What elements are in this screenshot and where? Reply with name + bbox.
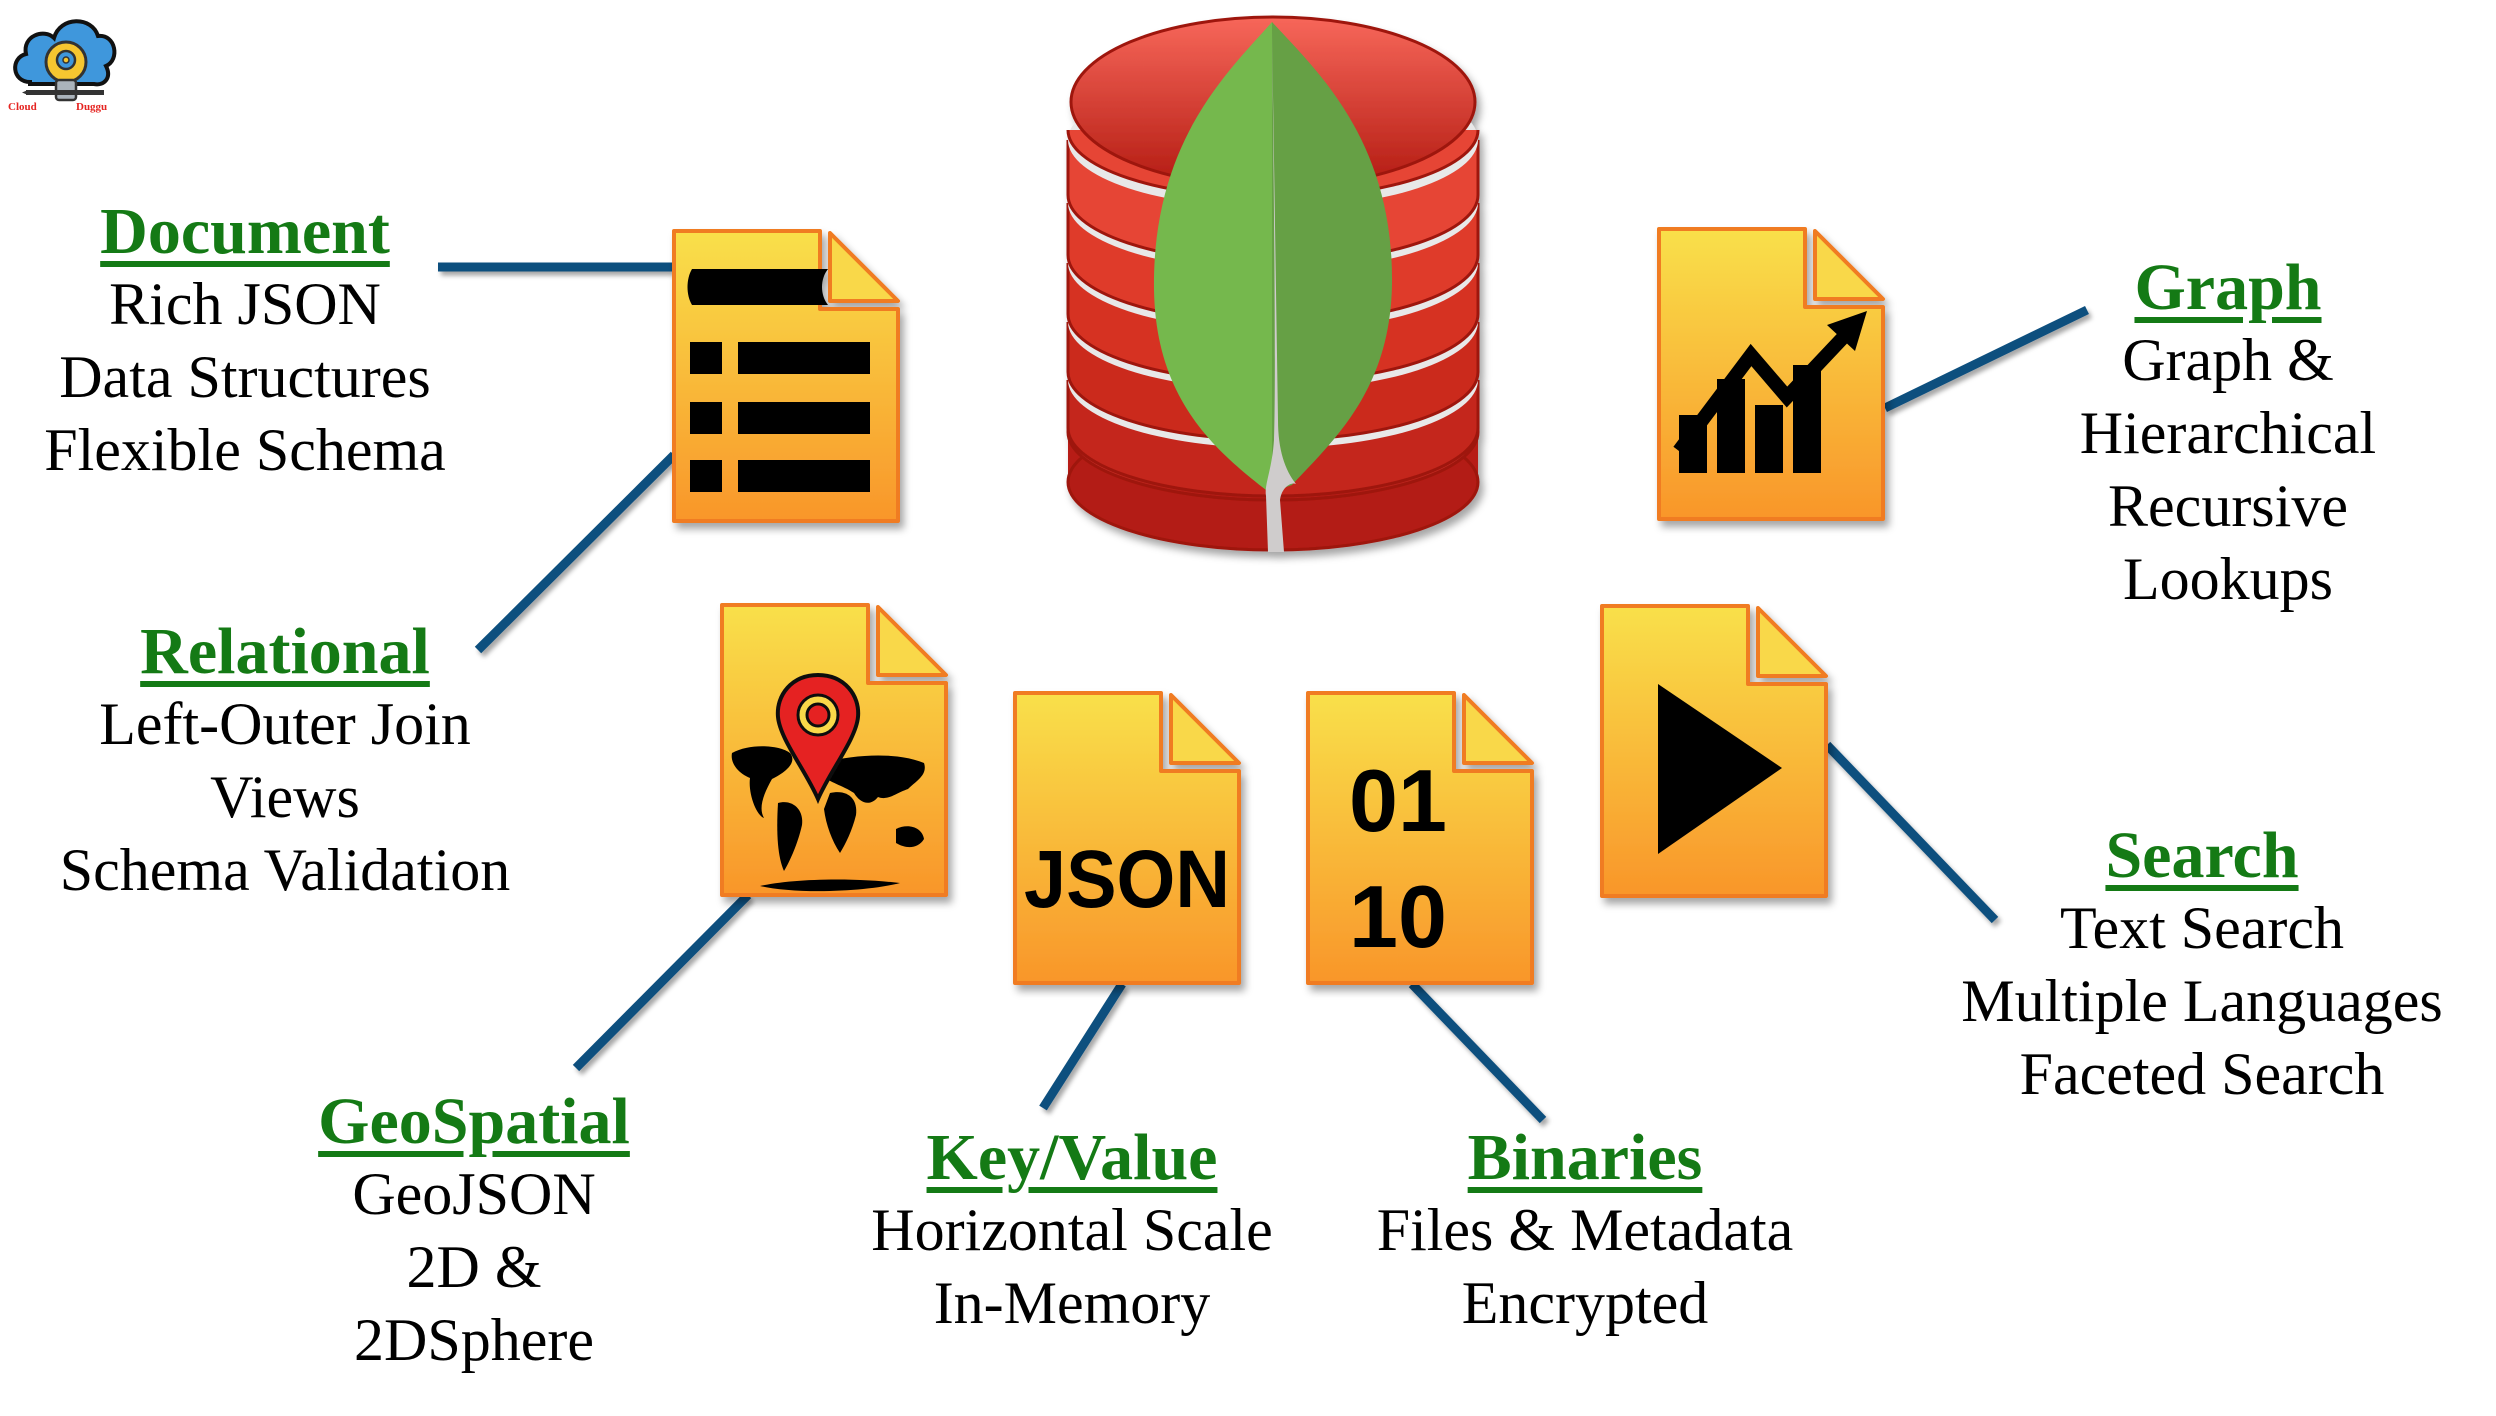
feature-title: Key/Value bbox=[926, 1121, 1218, 1194]
feature-line: Left-Outer Join bbox=[99, 691, 471, 757]
json-file-icon: JSON bbox=[1013, 691, 1241, 985]
feature-document: Document Rich JSON Data Structures Flexi… bbox=[44, 196, 446, 487]
feature-line: Lookups bbox=[2123, 546, 2333, 612]
feature-line: Multiple Languages bbox=[1961, 968, 2443, 1034]
play-file-icon bbox=[1600, 604, 1828, 898]
feature-line: In-Memory bbox=[933, 1270, 1211, 1336]
feature-title: Relational bbox=[140, 615, 430, 688]
feature-line: Schema Validation bbox=[59, 837, 511, 903]
feature-line: Recursive bbox=[2108, 473, 2348, 539]
binary-file-icon: 01 10 bbox=[1306, 691, 1534, 985]
chart-file-icon bbox=[1657, 227, 1885, 521]
logo: Cloud Duggu bbox=[8, 19, 117, 113]
world-map-pin-icon bbox=[720, 603, 948, 897]
feature-line: Horizontal Scale bbox=[871, 1197, 1273, 1263]
logo-text-left: Cloud bbox=[8, 101, 37, 113]
logo-text-right: Duggu bbox=[76, 101, 107, 113]
document-list-icon bbox=[672, 229, 900, 523]
feature-line: 2DSphere bbox=[354, 1307, 594, 1373]
feature-relational: Relational Left-Outer Join Views Schema … bbox=[60, 616, 510, 907]
feature-graph: Graph Graph & Hierarchical Recursive Loo… bbox=[2080, 252, 2376, 616]
connector-geospatial bbox=[572, 891, 752, 1072]
feature-line: Graph & bbox=[2122, 327, 2334, 393]
feature-line: Files & Metadata bbox=[1376, 1197, 1794, 1263]
feature-search: Search Text Search Multiple Languages Fa… bbox=[1961, 820, 2443, 1111]
connector-keyvalue bbox=[1039, 981, 1126, 1111]
mongodb-database-leaf-icon bbox=[1066, 15, 1480, 552]
feature-line: Rich JSON bbox=[109, 271, 381, 337]
feature-title: Search bbox=[2105, 819, 2299, 892]
feature-title: Binaries bbox=[1467, 1121, 1703, 1194]
feature-line: Hierarchical bbox=[2079, 400, 2377, 466]
feature-line: 2D & bbox=[406, 1234, 542, 1300]
diagram-stage: Cloud Duggu JSON 01 10 Document Rich JSO… bbox=[0, 0, 2496, 1416]
feature-geospatial: GeoSpatial GeoJSON 2D & 2DSphere bbox=[318, 1086, 630, 1377]
feature-line: Text Search bbox=[2059, 895, 2344, 961]
feature-binaries: Binaries Files & Metadata Encrypted bbox=[1377, 1122, 1794, 1340]
binary-icon-text-2: 10 bbox=[1349, 867, 1447, 966]
feature-line: GeoJSON bbox=[352, 1161, 596, 1227]
binary-icon-text-1: 01 bbox=[1349, 751, 1447, 850]
connector-binaries bbox=[1408, 980, 1547, 1124]
feature-line: Faceted Search bbox=[2019, 1041, 2385, 1107]
feature-title: GeoSpatial bbox=[318, 1085, 630, 1158]
json-icon-text: JSON bbox=[1024, 834, 1230, 925]
cloud-lightbulb-icon: Cloud Duggu bbox=[8, 19, 117, 113]
feature-title: Document bbox=[100, 195, 390, 268]
feature-line: Data Structures bbox=[59, 344, 431, 410]
feature-line: Flexible Schema bbox=[44, 417, 446, 483]
connector-graph bbox=[1883, 305, 2089, 413]
feature-keyvalue: Key/Value Horizontal Scale In-Memory bbox=[871, 1122, 1273, 1340]
feature-line: Encrypted bbox=[1461, 1270, 1709, 1336]
feature-line: Views bbox=[210, 764, 360, 830]
feature-title: Graph bbox=[2134, 251, 2322, 324]
